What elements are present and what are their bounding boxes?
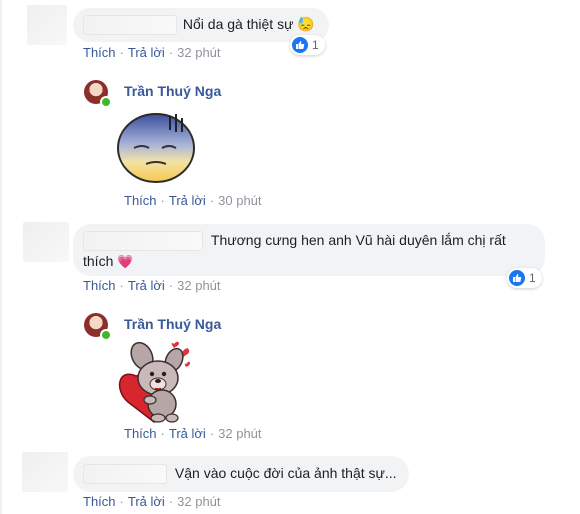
commenter-avatar[interactable] <box>22 452 68 492</box>
separator-dot: · <box>168 494 174 509</box>
separator-dot: · <box>119 494 124 509</box>
reply-link[interactable]: Trả lời <box>128 45 165 60</box>
reply-author-name[interactable]: Trần Thuý Nga <box>124 83 221 99</box>
separator-dot: · <box>119 278 124 293</box>
comment-text: Vận vào cuộc đời của ảnh thật sự... <box>174 465 397 481</box>
reply-link[interactable]: Trả lời <box>128 278 165 293</box>
sad-face-sticker[interactable] <box>116 110 198 186</box>
like-link[interactable]: Thích <box>124 426 157 441</box>
reply-actions: Thích · Trả lời · 32 phút <box>124 426 262 441</box>
reaction-badge[interactable]: 1 <box>507 268 542 288</box>
separator-dot: · <box>160 426 165 441</box>
separator-dot: · <box>209 193 215 208</box>
online-status-dot <box>100 329 112 341</box>
like-link[interactable]: Thích <box>83 278 116 293</box>
comment-bubble: Nổi da gà thiệt sự 😓 <box>73 8 329 42</box>
timestamp[interactable]: 32 phút <box>177 278 220 293</box>
commenter-avatar[interactable] <box>27 5 67 45</box>
like-icon <box>509 270 525 286</box>
timestamp[interactable]: 32 phút <box>177 45 220 60</box>
separator-dot: · <box>168 45 174 60</box>
commenter-avatar[interactable] <box>23 222 69 262</box>
like-link[interactable]: Thích <box>83 494 116 509</box>
reply-link[interactable]: Trả lời <box>169 193 206 208</box>
like-link[interactable]: Thích <box>83 45 116 60</box>
separator-dot: · <box>160 193 165 208</box>
timestamp[interactable]: 30 phút <box>218 193 261 208</box>
reply-link[interactable]: Trả lời <box>128 494 165 509</box>
like-icon <box>292 37 308 53</box>
comment-actions: Thích · Trả lời · 32 phút <box>83 494 221 509</box>
comment-bubble: Vận vào cuộc đời của ảnh thật sự... <box>73 456 409 492</box>
reaction-count: 1 <box>312 38 319 52</box>
heart-emoji: 💗 <box>117 254 134 270</box>
reply-link[interactable]: Trả lời <box>169 426 206 441</box>
comment-text: Nổi da gà thiệt sự <box>182 16 294 32</box>
timestamp[interactable]: 32 phút <box>177 494 220 509</box>
comment-text-line2: thích <box>83 253 114 270</box>
comment-text-line1: Thương cưng hen anh Vũ hài duyên lắm chị… <box>210 232 506 248</box>
reaction-badge[interactable]: 1 <box>290 35 325 55</box>
dog-with-heart-sticker[interactable] <box>112 338 202 424</box>
reply-actions: Thích · Trả lời · 30 phút <box>124 193 262 208</box>
separator-dot: · <box>209 426 215 441</box>
timestamp[interactable]: 32 phút <box>218 426 261 441</box>
left-border <box>0 0 2 514</box>
comment-actions: Thích · Trả lời · 32 phút <box>83 45 221 60</box>
reaction-count: 1 <box>529 271 536 285</box>
sweat-emoji: 😓 <box>297 16 315 32</box>
reply-author-name[interactable]: Trần Thuý Nga <box>124 316 221 332</box>
separator-dot: · <box>119 45 124 60</box>
online-status-dot <box>100 96 112 108</box>
commenter-name-blurred[interactable] <box>83 231 203 252</box>
separator-dot: · <box>168 278 174 293</box>
commenter-name-blurred[interactable] <box>83 15 177 36</box>
comment-actions: Thích · Trả lời · 32 phút <box>83 278 221 293</box>
commenter-name-blurred[interactable] <box>83 464 167 485</box>
comment-bubble: Thương cưng hen anh Vũ hài duyên lắm chị… <box>73 224 545 276</box>
like-link[interactable]: Thích <box>124 193 157 208</box>
